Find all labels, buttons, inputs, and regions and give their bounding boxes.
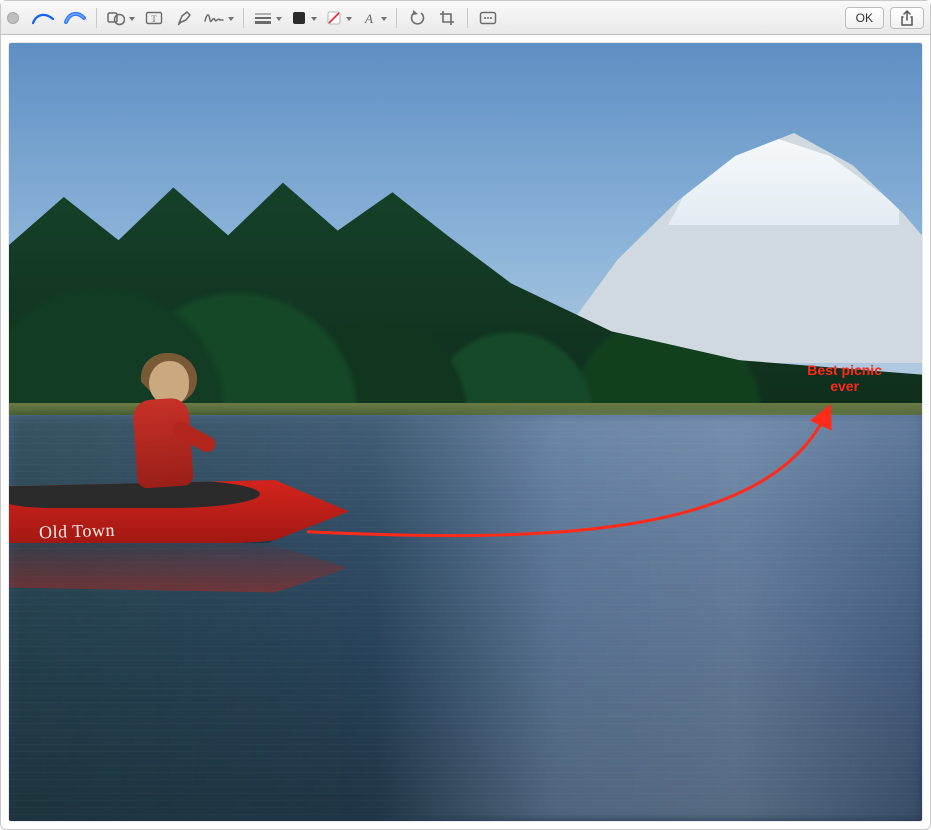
highlighter-icon [176, 10, 192, 26]
toolbar-separator [467, 8, 468, 28]
text-tool[interactable]: T [139, 6, 169, 30]
photo-person [127, 355, 217, 505]
annotation-text[interactable]: Best picnic ever [807, 363, 882, 394]
toolbar-separator [96, 8, 97, 28]
share-button[interactable] [890, 7, 924, 29]
border-color-icon [291, 10, 307, 26]
sketch-tool[interactable] [27, 6, 59, 30]
markup-toolbar: T A [1, 1, 930, 35]
fill-color-icon [326, 10, 342, 26]
toolbar-separator [396, 8, 397, 28]
annotate-tool[interactable] [473, 6, 503, 30]
border-color-tool[interactable] [286, 6, 321, 30]
ok-button[interactable]: OK [845, 7, 884, 29]
close-window-button[interactable] [7, 12, 19, 24]
image-canvas[interactable]: Old Town Best picnic ever [9, 43, 922, 821]
draw-tool[interactable] [59, 6, 91, 30]
share-icon [900, 10, 914, 26]
text-style-tool[interactable]: A [356, 6, 391, 30]
svg-text:A: A [364, 11, 373, 26]
sign-tool[interactable] [199, 6, 238, 30]
text-icon: T [145, 10, 163, 26]
rotate-icon [409, 10, 425, 26]
font-icon: A [361, 10, 377, 26]
highlight-tool[interactable] [169, 6, 199, 30]
signature-icon [204, 11, 224, 25]
shapes-tool[interactable] [102, 6, 139, 30]
line-style-tool[interactable] [249, 6, 286, 30]
toolbar-separator [243, 8, 244, 28]
line-style-icon [254, 12, 272, 24]
shapes-icon [107, 10, 125, 26]
fill-color-tool[interactable] [321, 6, 356, 30]
svg-text:T: T [151, 14, 157, 24]
crop-icon [439, 10, 455, 26]
rotate-tool[interactable] [402, 6, 432, 30]
sketch-icon [32, 10, 54, 26]
crop-tool[interactable] [432, 6, 462, 30]
annotate-icon [479, 11, 497, 25]
brush-icon [64, 10, 86, 26]
